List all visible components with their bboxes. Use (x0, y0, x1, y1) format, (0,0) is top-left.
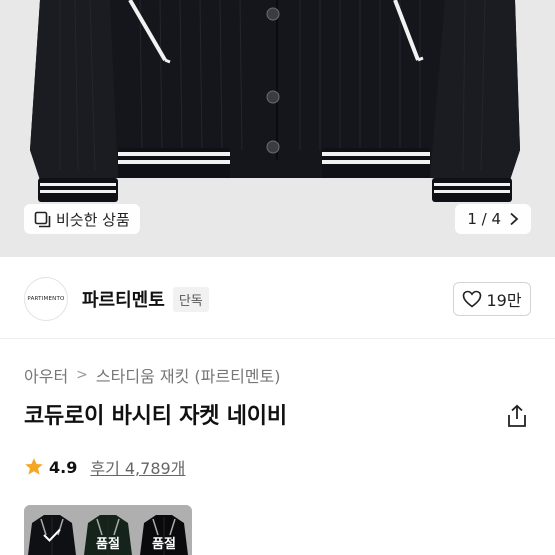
brand-name[interactable]: 파르티멘토 (82, 286, 165, 312)
brand-logo-text: PARTIMENTO (27, 296, 65, 302)
rating-row: 4.9 후기 4,789개 (24, 455, 185, 479)
product-image[interactable]: 비슷한 상품 1 / 4 (0, 0, 555, 257)
similar-products-icon (34, 211, 51, 228)
rating-score: 4.9 (49, 457, 78, 477)
like-button[interactable]: 19만 (453, 282, 531, 316)
star-icon (24, 457, 44, 477)
review-count-link[interactable]: 후기 4,789개 (90, 455, 185, 479)
image-page-indicator[interactable]: 1 / 4 (455, 204, 531, 234)
check-icon (42, 527, 62, 543)
variant-option-selected[interactable] (24, 505, 80, 555)
brand-logo[interactable]: PARTIMENTO (24, 277, 68, 321)
product-title: 코듀로이 바시티 자켓 네이비 (24, 404, 287, 429)
breadcrumb-item-outer[interactable]: 아우터 (24, 363, 68, 387)
breadcrumb-separator: > (76, 367, 88, 383)
page-counter: 1 / 4 (467, 210, 501, 228)
exclusive-badge: 단독 (172, 286, 209, 312)
variant-list: 품절 품절 (24, 505, 192, 555)
share-icon[interactable] (506, 404, 528, 428)
similar-products-button[interactable]: 비슷한 상품 (24, 204, 140, 234)
variant-option-soldout[interactable]: 품절 (136, 505, 192, 555)
section-divider (0, 338, 555, 339)
variant-option-soldout[interactable]: 품절 (80, 505, 136, 555)
brand-row: PARTIMENTO 파르티멘토 단독 19만 (24, 276, 531, 322)
heart-icon (462, 290, 482, 308)
soldout-label: 품절 (96, 537, 120, 552)
chevron-right-icon[interactable] (509, 212, 519, 226)
soldout-label: 품절 (152, 537, 176, 552)
breadcrumb-item-stadium-jacket[interactable]: 스타디움 재킷 (파르티멘토) (96, 363, 281, 387)
like-count: 19만 (486, 291, 522, 310)
breadcrumb: 아우터 > 스타디움 재킷 (파르티멘토) (24, 363, 280, 387)
similar-products-label: 비슷한 상품 (56, 210, 130, 229)
